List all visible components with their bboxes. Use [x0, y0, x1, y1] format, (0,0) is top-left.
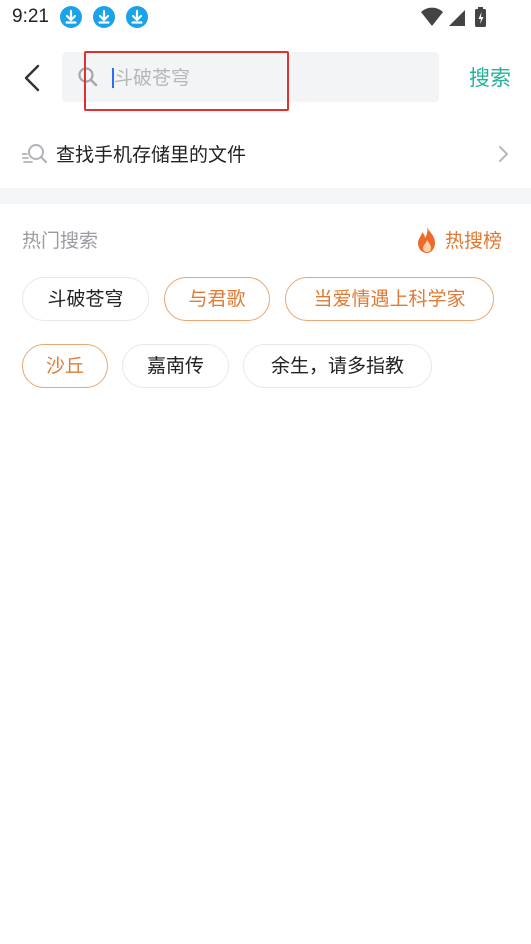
status-bar: 9:21	[0, 0, 531, 36]
system-icons	[419, 6, 491, 28]
search-box[interactable]	[62, 52, 439, 104]
wifi-icon	[421, 7, 443, 26]
hot-rank-link[interactable]: 热搜榜	[415, 226, 509, 254]
hot-tag[interactable]: 与君歌	[164, 277, 270, 321]
back-arrow-icon	[24, 64, 40, 92]
section-divider	[0, 188, 531, 204]
battery-icon	[475, 7, 486, 27]
search-header: 搜索	[0, 46, 531, 108]
status-time: 9:21	[12, 6, 49, 27]
search-page: 9:21 斗破苍穹 搜索 查找手机存储里的文件 热门搜索 热搜榜 斗破苍穹 与君…	[0, 0, 531, 944]
storage-search-row[interactable]: 查找手机存储里的文件	[0, 128, 531, 178]
download-icon	[60, 6, 82, 28]
hot-tag[interactable]: 当爱情遇上科学家	[285, 277, 494, 321]
search-input[interactable]	[108, 52, 416, 104]
back-button[interactable]	[16, 58, 52, 98]
flame-icon	[418, 227, 435, 253]
hot-tag[interactable]: 沙丘	[22, 344, 108, 388]
hot-tag[interactable]: 嘉南传	[122, 344, 229, 388]
hot-tag[interactable]: 斗破苍穹	[22, 277, 149, 321]
download-icon	[126, 6, 148, 28]
chevron-right-icon	[499, 146, 508, 162]
file-search-icon	[22, 144, 48, 164]
signal-icon	[449, 10, 465, 26]
search-button[interactable]: 搜索	[469, 62, 511, 92]
search-icon	[78, 67, 98, 87]
hot-search-title: 热门搜索	[22, 230, 99, 252]
storage-search-label: 查找手机存储里的文件	[56, 144, 247, 166]
hot-tag[interactable]: 余生，请多指教	[243, 344, 432, 388]
download-icon	[93, 6, 115, 28]
hot-rank-label: 热搜榜	[445, 230, 503, 252]
